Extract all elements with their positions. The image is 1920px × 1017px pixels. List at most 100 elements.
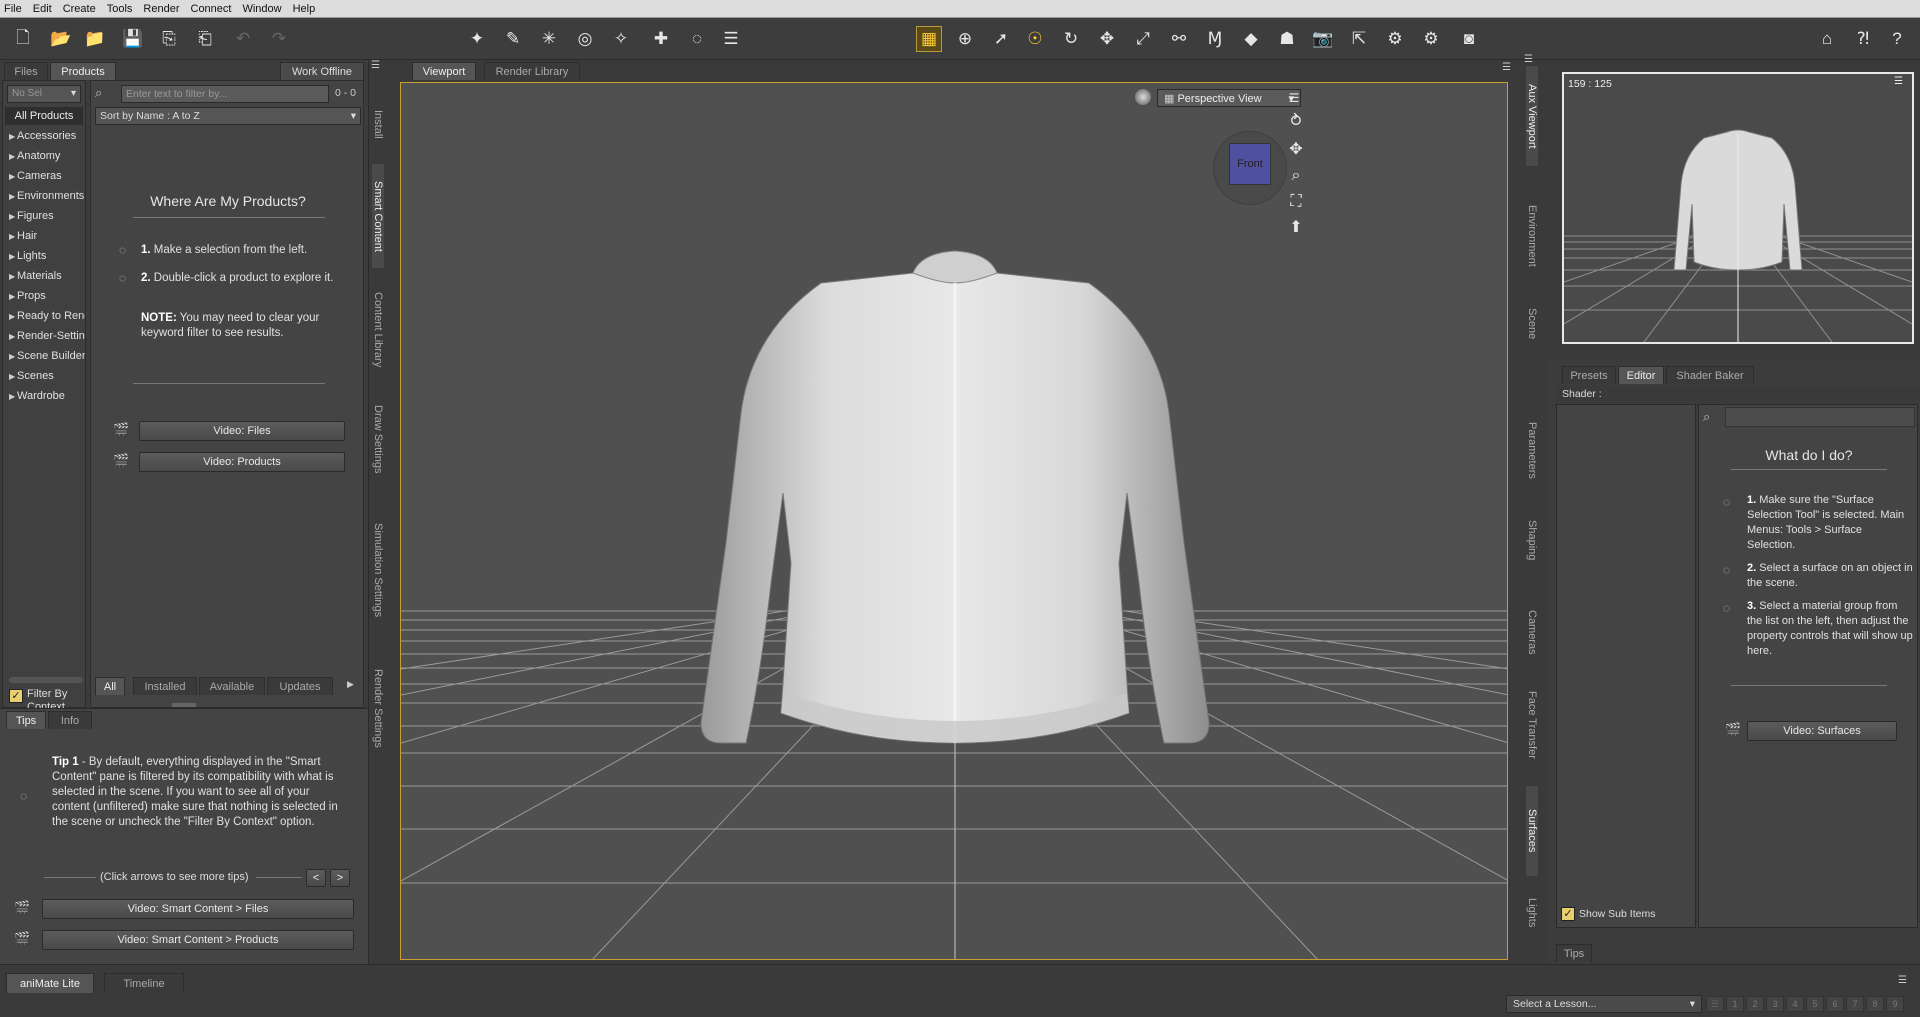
scroll-right-icon[interactable]: ▶ bbox=[347, 679, 354, 690]
zoom-icon[interactable]: ⌕ bbox=[1285, 165, 1307, 187]
orbit-icon[interactable]: ⥁ bbox=[1285, 111, 1307, 133]
render-icon[interactable]: ⚙ bbox=[1418, 26, 1444, 52]
lesson-step[interactable]: 1 bbox=[1726, 996, 1744, 1012]
expand-arrow-icon[interactable]: ▶ bbox=[9, 147, 17, 166]
scale-icon[interactable]: ⤢ bbox=[1130, 26, 1156, 52]
category-item[interactable]: ▶ Cameras bbox=[5, 166, 85, 186]
property-filter-input[interactable] bbox=[1725, 407, 1915, 427]
category-item[interactable]: ▶ Hair bbox=[5, 226, 85, 246]
show-sub-items-checkbox[interactable]: ✓ bbox=[1561, 907, 1575, 921]
expand-arrow-icon[interactable]: ▶ bbox=[9, 307, 17, 326]
category-item[interactable]: ▶ Anatomy bbox=[5, 146, 85, 166]
active-pose-icon[interactable]: ☉ bbox=[1022, 26, 1048, 52]
view-cube[interactable]: Front bbox=[1229, 143, 1271, 185]
side-tab-parameters[interactable]: Parameters bbox=[1526, 400, 1538, 500]
transfer-icon[interactable]: ✳ bbox=[536, 26, 562, 52]
node-weight-icon[interactable]: ✎ bbox=[500, 26, 526, 52]
pane-menu-icon[interactable]: ☰ bbox=[1502, 62, 1516, 74]
tab-info[interactable]: Info bbox=[48, 711, 92, 729]
tab-tips[interactable]: Tips bbox=[6, 711, 46, 729]
category-item[interactable]: ▶ Lights bbox=[5, 246, 85, 266]
pane-menu-icon[interactable]: ☰ bbox=[1898, 975, 1907, 986]
side-tab-smart-content[interactable]: Smart Content bbox=[372, 164, 384, 268]
expand-arrow-icon[interactable]: ▶ bbox=[9, 287, 17, 306]
new-file-icon[interactable]: 🗋 bbox=[10, 26, 36, 52]
category-scrollbar[interactable] bbox=[9, 677, 83, 683]
pane-menu-icon[interactable]: ☰ bbox=[371, 60, 387, 72]
tab-editor[interactable]: Editor bbox=[1618, 366, 1664, 384]
lesson-select[interactable]: Select a Lesson... ▾ bbox=[1506, 995, 1702, 1013]
node-selection-icon[interactable]: ➚ bbox=[988, 26, 1014, 52]
save-icon[interactable]: 💾 bbox=[120, 26, 146, 52]
category-item[interactable]: ▶ Accessories bbox=[5, 126, 85, 146]
category-item[interactable]: ▶ Wardrobe bbox=[5, 386, 85, 406]
tab-timeline[interactable]: Timeline bbox=[104, 973, 184, 993]
lesson-step[interactable]: 7 bbox=[1846, 996, 1864, 1012]
lesson-step[interactable]: 9 bbox=[1886, 996, 1904, 1012]
category-item[interactable]: ▶ Ready to Rend bbox=[5, 306, 85, 326]
side-tab-render-settings[interactable]: Render Settings bbox=[372, 658, 384, 758]
lesson-step[interactable]: 3 bbox=[1766, 996, 1784, 1012]
side-tab-lights[interactable]: Lights bbox=[1526, 878, 1538, 948]
side-tab-cameras[interactable]: Cameras bbox=[1526, 592, 1538, 672]
filter-all-tab[interactable]: All bbox=[95, 677, 125, 695]
camera-tool-icon[interactable]: 📷 bbox=[1310, 26, 1336, 52]
aux-viewport[interactable]: 159 : 125 ☰ bbox=[1562, 72, 1914, 344]
side-tab-simulation-settings[interactable]: Simulation Settings bbox=[372, 512, 384, 628]
menu-help[interactable]: Help bbox=[293, 3, 316, 15]
side-tab-install[interactable]: Install bbox=[372, 94, 384, 154]
help-icon[interactable]: ? bbox=[1884, 26, 1910, 52]
whats-this-icon[interactable]: ⁈ bbox=[1850, 26, 1876, 52]
category-item[interactable]: ▶ Figures bbox=[5, 206, 85, 226]
tab-viewport[interactable]: Viewport bbox=[412, 62, 476, 80]
filter-input[interactable]: Enter text to filter by... bbox=[121, 85, 329, 103]
tab-animate-lite[interactable]: aniMate Lite bbox=[6, 973, 94, 993]
open-folder-icon[interactable]: 📂 bbox=[48, 26, 74, 52]
home-icon[interactable]: ⌂ bbox=[1814, 26, 1840, 52]
surface-tool-icon[interactable]: ✚ bbox=[648, 26, 674, 52]
figure-setup-icon[interactable]: ☗ bbox=[1274, 26, 1300, 52]
expand-arrow-icon[interactable]: ▶ bbox=[9, 167, 17, 186]
menu-window[interactable]: Window bbox=[242, 3, 281, 15]
expand-arrow-icon[interactable]: ▶ bbox=[9, 267, 17, 286]
redo-icon[interactable]: ↷ bbox=[266, 26, 292, 52]
video-files-button[interactable]: Video: Files bbox=[139, 421, 345, 441]
grid-tool-icon[interactable]: ▦ bbox=[916, 26, 942, 52]
video-smart-files-button[interactable]: Video: Smart Content > Files bbox=[42, 899, 354, 919]
category-item[interactable]: ▶ Scenes bbox=[5, 366, 85, 386]
pane-menu-icon[interactable]: ☰ bbox=[1524, 54, 1538, 66]
export-icon[interactable]: ⎗ bbox=[192, 26, 218, 52]
lesson-step[interactable]: 2 bbox=[1746, 996, 1764, 1012]
side-tab-environment[interactable]: Environment bbox=[1526, 196, 1538, 276]
3d-viewport[interactable]: ▦ Perspective View ▾ ☰ Front ⥁ ✥ ⌕ ⛶ ⬆ bbox=[400, 82, 1508, 960]
translate-icon[interactable]: ✥ bbox=[1094, 26, 1120, 52]
video-smart-products-button[interactable]: Video: Smart Content > Products bbox=[42, 930, 354, 950]
menu-tools[interactable]: Tools bbox=[107, 3, 133, 15]
region-tool-icon[interactable]: ◌ bbox=[684, 26, 710, 52]
side-tab-aux-viewport[interactable]: Aux Viewport bbox=[1526, 66, 1538, 166]
expand-arrow-icon[interactable]: ▶ bbox=[9, 227, 17, 246]
lesson-step[interactable]: 5 bbox=[1806, 996, 1824, 1012]
tab-shader-baker[interactable]: Shader Baker bbox=[1666, 366, 1754, 384]
viewport-menu-icon[interactable]: ☰ bbox=[1283, 87, 1305, 109]
rotate-icon[interactable]: ↻ bbox=[1058, 26, 1084, 52]
universal-tool-icon[interactable]: ⊕ bbox=[952, 26, 978, 52]
view-select[interactable]: ▦ Perspective View ▾ bbox=[1157, 89, 1301, 107]
lesson-list-icon[interactable]: ☰ bbox=[1706, 996, 1724, 1012]
filter-available-tab[interactable]: Available bbox=[199, 677, 265, 695]
category-item[interactable]: ▶ Materials bbox=[5, 266, 85, 286]
side-tab-content-library[interactable]: Content Library bbox=[372, 282, 384, 378]
splitter-handle[interactable] bbox=[172, 703, 196, 707]
menu-edit[interactable]: Edit bbox=[33, 3, 52, 15]
next-tip-button[interactable]: > bbox=[330, 869, 350, 887]
menu-render[interactable]: Render bbox=[143, 3, 179, 15]
tab-products[interactable]: Products bbox=[50, 62, 116, 80]
expand-arrow-icon[interactable]: ▶ bbox=[9, 187, 17, 206]
import-icon[interactable]: ⎘ bbox=[156, 26, 182, 52]
menu-connect[interactable]: Connect bbox=[191, 3, 232, 15]
reset-view-icon[interactable]: ⬆ bbox=[1285, 217, 1307, 239]
open-recent-icon[interactable]: 📁 bbox=[82, 26, 108, 52]
side-tab-face-transfer[interactable]: Face Transfer bbox=[1526, 670, 1538, 780]
joint-editor-2-icon[interactable]: ⚯ bbox=[1166, 26, 1192, 52]
side-tab-scene[interactable]: Scene bbox=[1526, 304, 1538, 344]
